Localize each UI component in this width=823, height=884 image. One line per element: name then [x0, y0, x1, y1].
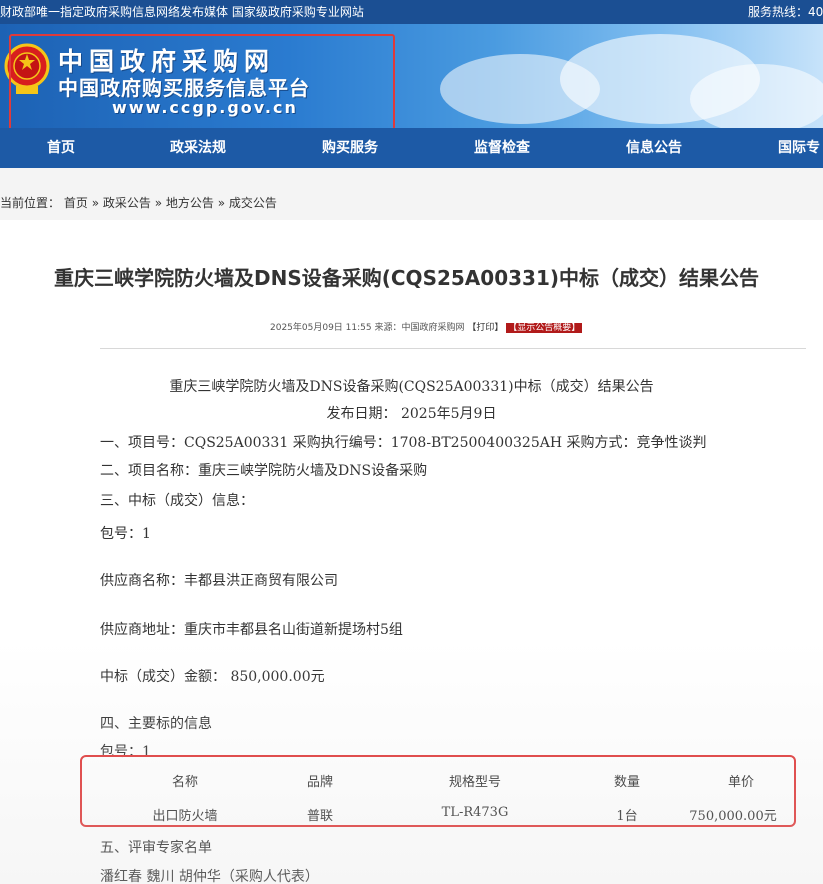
banner-cloud	[690, 64, 823, 128]
breadcrumb-separator: »	[154, 196, 163, 210]
breadcrumb-separator: »	[91, 196, 100, 210]
main-items-heading: 四、主要标的信息	[100, 716, 212, 732]
package-number: 包号：1	[100, 526, 151, 542]
header-brand: 品牌	[306, 775, 333, 790]
service-hotline: 服务热线：40	[748, 5, 823, 19]
cell-quantity: 1台	[616, 809, 638, 824]
header-unit-price: 单价	[727, 775, 754, 790]
site-tagline: 财政部唯一指定政府采购信息网络发布媒体 国家级政府采购专业网站	[0, 5, 364, 19]
site-banner: 中国政府采购网 中国政府购买服务信息平台 www.ccgp.gov.cn	[0, 24, 823, 128]
breadcrumb-item-home[interactable]: 首页	[64, 196, 88, 210]
site-url: www.ccgp.gov.cn	[112, 98, 298, 117]
nav-item-supervision[interactable]: 监督检查	[474, 128, 530, 168]
project-name-line: 二、项目名称：重庆三峡学院防火墙及DNS设备采购	[100, 463, 428, 479]
award-amount: 中标（成交）金额： 850,000.00元	[100, 669, 325, 685]
header-model: 规格型号	[448, 775, 501, 790]
main-nav: 首页 政采法规 购买服务 监督检查 信息公告 国际专	[0, 128, 823, 168]
publish-date: 发布日期： 2025年5月9日	[326, 406, 497, 422]
breadcrumb-separator: »	[217, 196, 226, 210]
expert-names: 潘红春 魏川 胡仲华（采购人代表）	[100, 869, 319, 884]
award-info-heading: 三、中标（成交）信息：	[100, 493, 254, 509]
nav-item-announcements[interactable]: 信息公告	[626, 128, 682, 168]
cell-name: 出口防火墙	[152, 809, 218, 824]
cell-model: TL-R473G	[441, 805, 509, 820]
divider	[100, 348, 806, 349]
nav-item-purchase-services[interactable]: 购买服务	[322, 128, 378, 168]
header-quantity: 数量	[613, 775, 640, 790]
nav-item-international[interactable]: 国际专	[778, 128, 820, 168]
supplier-address: 供应商地址：重庆市丰都县名山街道新提场村5组	[100, 622, 403, 638]
cell-brand: 普联	[306, 809, 333, 824]
cell-unit-price: 750,000.00元	[689, 809, 777, 824]
page-title: 重庆三峡学院防火墙及DNS设备采购(CQS25A00331)中标（成交）结果公告	[54, 266, 759, 290]
header-name: 名称	[171, 775, 198, 790]
article-meta: 2025年05月09日 11:55 来源：中国政府采购网 【打印】 【显示公告概…	[270, 320, 583, 333]
breadcrumb-item-deal[interactable]: 成交公告	[229, 196, 277, 210]
publish-timestamp: 2025年05月09日 11:55	[270, 323, 372, 333]
breadcrumb-item-local[interactable]: 地方公告	[166, 196, 214, 210]
breadcrumb: 当前位置： 首页 » 政采公告 » 地方公告 » 成交公告	[0, 168, 823, 220]
top-info-bar: 财政部唯一指定政府采购信息网络发布媒体 国家级政府采购专业网站 服务热线：40	[0, 0, 823, 24]
article-heading: 重庆三峡学院防火墙及DNS设备采购(CQS25A00331)中标（成交）结果公告	[169, 379, 654, 395]
expert-list-heading: 五、评审专家名单	[100, 840, 212, 856]
show-summary-button[interactable]: 【显示公告概要】	[506, 323, 583, 333]
project-info-line: 一、项目号：CQS25A00331 采购执行编号：1708-BT25004003…	[100, 435, 707, 451]
article-source: 来源：中国政府采购网	[374, 323, 465, 333]
supplier-name: 供应商名称：丰都县洪正商贸有限公司	[100, 573, 338, 589]
nav-item-regulations[interactable]: 政采法规	[170, 128, 226, 168]
site-subtitle: 中国政府购买服务信息平台	[58, 76, 310, 100]
breadcrumb-prefix: 当前位置：	[0, 196, 61, 210]
nav-item-home[interactable]: 首页	[47, 128, 75, 168]
print-button[interactable]: 【打印】	[467, 323, 503, 333]
breadcrumb-item-announcements[interactable]: 政采公告	[103, 196, 151, 210]
